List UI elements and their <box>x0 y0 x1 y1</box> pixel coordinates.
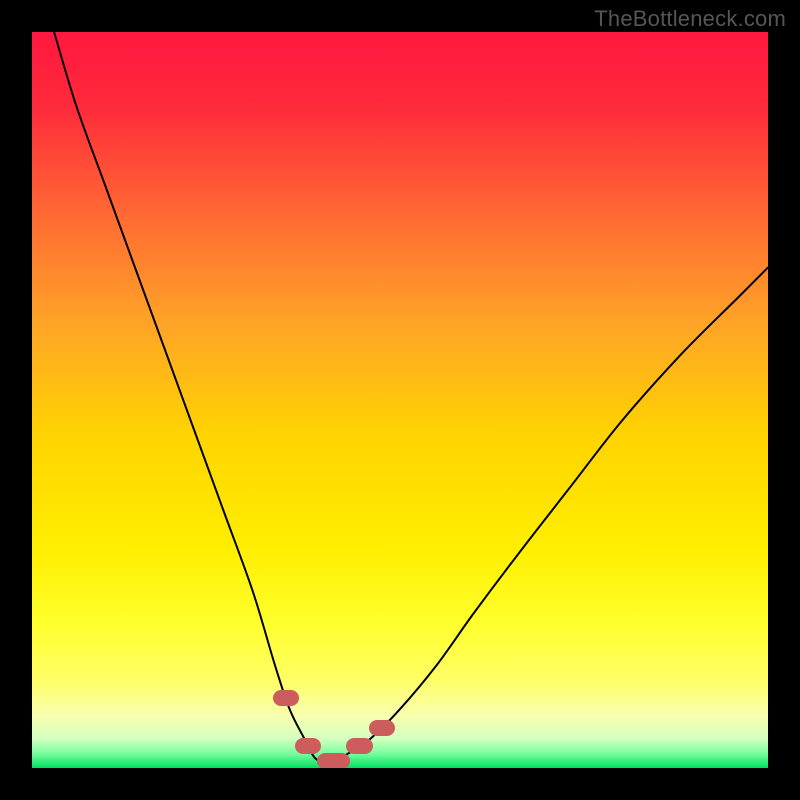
highlight-bump <box>369 720 395 736</box>
plot-area <box>32 32 768 768</box>
watermark-text: TheBottleneck.com <box>594 6 786 32</box>
highlight-bumps <box>32 32 768 768</box>
highlight-bump <box>295 738 321 754</box>
chart-frame: TheBottleneck.com <box>0 0 800 800</box>
highlight-bump <box>346 738 372 754</box>
highlight-bump <box>273 690 299 706</box>
highlight-bump <box>317 753 350 768</box>
